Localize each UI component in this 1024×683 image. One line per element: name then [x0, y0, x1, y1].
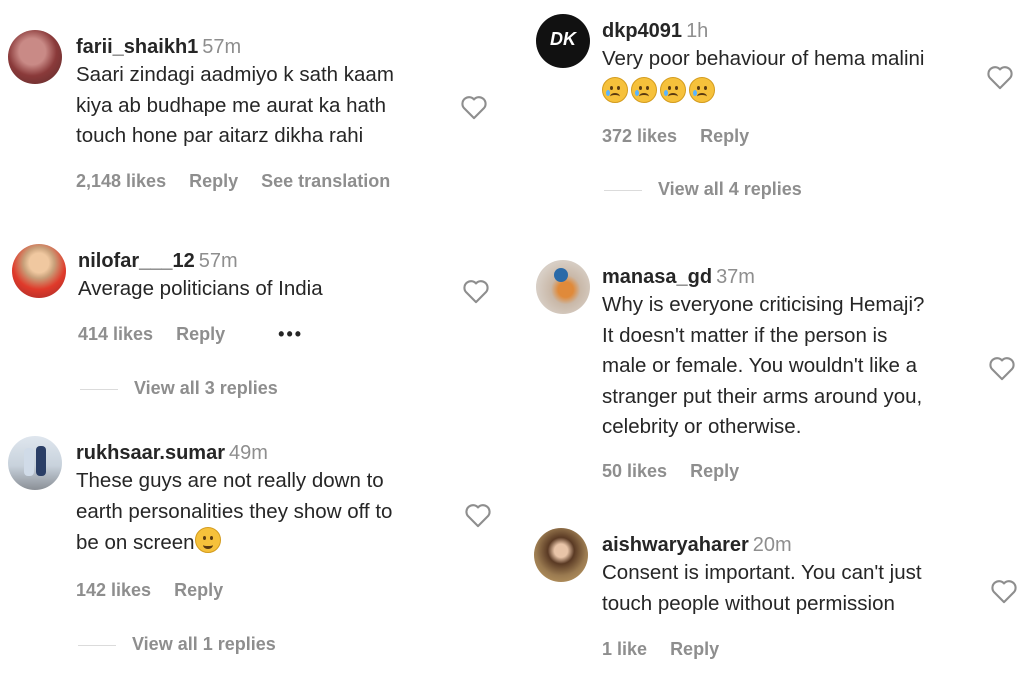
comment-time[interactable]: 37m — [716, 266, 755, 288]
comment-meta: 2,148 likes Reply See translation — [76, 171, 408, 192]
comment-text: Very poor behaviour of hema malini — [602, 44, 925, 108]
like-heart-icon[interactable] — [460, 94, 488, 120]
comment-meta: 372 likes Reply — [602, 126, 767, 147]
reply-button[interactable]: Reply — [690, 461, 739, 481]
avatar[interactable]: DK — [536, 14, 590, 68]
comment-text: Consent is important. You can't just tou… — [602, 561, 922, 615]
view-replies-button[interactable]: View all 3 replies — [80, 378, 278, 399]
comment-meta: 142 likes Reply — [76, 580, 241, 601]
crying-emoji-icon — [631, 76, 657, 103]
reply-divider — [604, 189, 642, 191]
comment-username[interactable]: rukhsaar.sumar — [76, 442, 225, 464]
like-heart-icon[interactable] — [986, 64, 1014, 90]
view-replies-button[interactable]: View all 1 replies — [78, 634, 276, 655]
comment-text: Average politicians of India — [78, 277, 323, 300]
likes-count[interactable]: 414 likes — [78, 324, 153, 344]
likes-count[interactable]: 1 like — [602, 639, 647, 659]
avatar[interactable] — [8, 30, 62, 84]
reply-divider — [78, 644, 116, 646]
reply-button[interactable]: Reply — [700, 126, 749, 146]
crying-emoji-icon — [689, 76, 715, 103]
like-heart-icon[interactable] — [464, 502, 492, 528]
avatar[interactable] — [8, 436, 62, 490]
comment-text: Saari zindagi aadmiyo k sath kaam kiya a… — [76, 63, 394, 147]
comment-time[interactable]: 20m — [753, 534, 792, 556]
avatar[interactable] — [536, 260, 590, 314]
comment-meta: 50 likes Reply — [602, 461, 757, 482]
like-heart-icon[interactable] — [990, 578, 1018, 604]
see-translation-button[interactable]: See translation — [261, 171, 390, 191]
avatar[interactable] — [534, 528, 588, 582]
comment-username[interactable]: nilofar___12 — [78, 250, 195, 272]
comment-username[interactable]: farii_shaikh1 — [76, 36, 198, 58]
comment-username[interactable]: dkp4091 — [602, 20, 682, 42]
comment-text: These guys are not really down to earth … — [76, 469, 393, 554]
crying-emoji-icon — [602, 76, 628, 103]
comment-time[interactable]: 57m — [202, 36, 241, 58]
comment-time[interactable]: 49m — [229, 442, 268, 464]
avatar-logo-text: DK — [550, 29, 576, 49]
like-heart-icon[interactable] — [462, 278, 490, 304]
comment-meta: 414 likes Reply ••• — [78, 324, 321, 345]
more-options-icon[interactable]: ••• — [278, 324, 303, 344]
crying-emoji-icon — [660, 76, 686, 103]
comment-text: Why is everyone criticising Hemaji? It d… — [602, 293, 925, 438]
reply-button[interactable]: Reply — [176, 324, 225, 344]
likes-count[interactable]: 142 likes — [76, 580, 151, 600]
comment-username[interactable]: manasa_gd — [602, 266, 712, 288]
reply-button[interactable]: Reply — [670, 639, 719, 659]
likes-count[interactable]: 372 likes — [602, 126, 677, 146]
like-heart-icon[interactable] — [988, 355, 1016, 381]
comment-username[interactable]: aishwaryaharer — [602, 534, 749, 556]
comment-time[interactable]: 57m — [199, 250, 238, 272]
comment-meta: 1 like Reply — [602, 639, 737, 660]
avatar[interactable] — [12, 244, 66, 298]
view-replies-button[interactable]: View all 4 replies — [604, 179, 802, 200]
laughing-emoji-icon — [194, 527, 221, 553]
likes-count[interactable]: 2,148 likes — [76, 171, 166, 191]
comment-time[interactable]: 1h — [686, 20, 708, 42]
reply-button[interactable]: Reply — [174, 580, 223, 600]
reply-divider — [80, 388, 118, 390]
reply-button[interactable]: Reply — [189, 171, 238, 191]
likes-count[interactable]: 50 likes — [602, 461, 667, 481]
